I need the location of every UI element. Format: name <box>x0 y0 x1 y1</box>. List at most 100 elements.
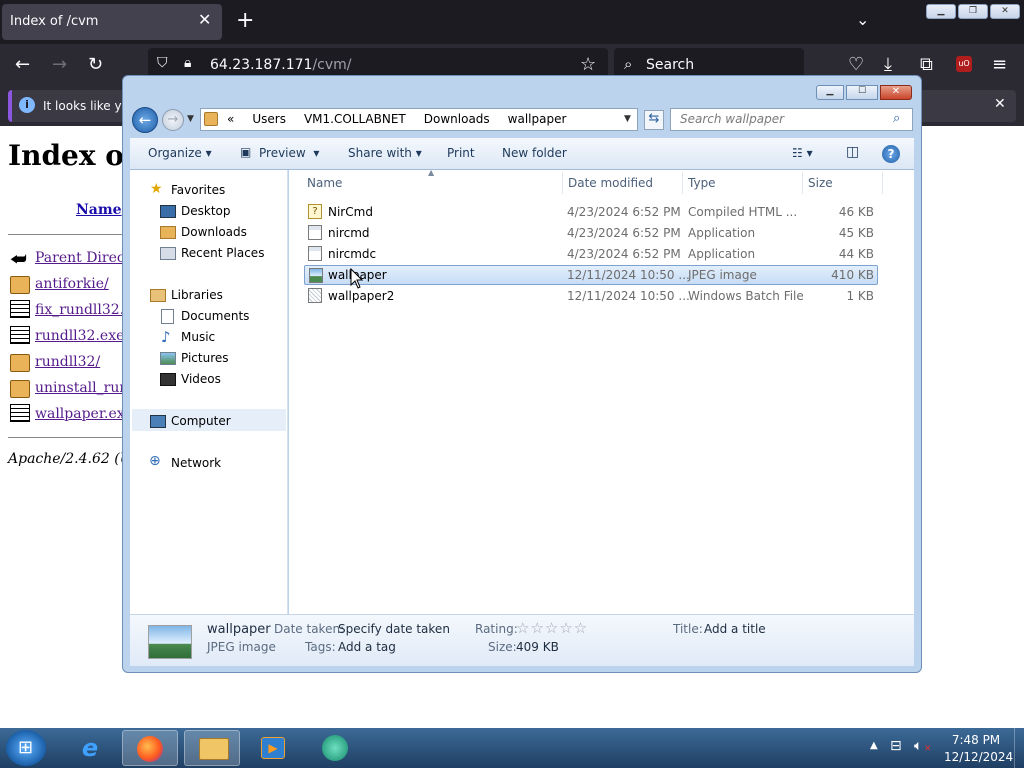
nav-videos[interactable]: Videos <box>181 372 221 386</box>
file-row-selected[interactable]: wallpaper 12/11/2024 10:50 ... JPEG imag… <box>304 265 878 285</box>
column-name[interactable]: Name <box>307 176 342 190</box>
pocket-icon[interactable]: ♡ <box>848 54 864 75</box>
forward-arrow-icon[interactable]: → <box>52 54 67 75</box>
explorer-back-button[interactable]: ← <box>132 107 158 133</box>
nav-computer[interactable]: Computer <box>171 414 231 428</box>
close-button[interactable]: ✕ <box>990 4 1020 19</box>
column-divider[interactable] <box>802 172 803 194</box>
taskbar-app[interactable] <box>308 730 364 766</box>
preview-pane-icon[interactable]: ◫ <box>846 144 859 160</box>
nav-recent-places[interactable]: Recent Places <box>181 246 264 260</box>
file-name: wallpaper2 <box>328 289 395 303</box>
file-type: Application <box>688 226 756 240</box>
download-icon[interactable]: ⤓ <box>884 54 892 75</box>
wallpaper-thumbnail <box>148 625 192 659</box>
info-icon: i <box>19 97 35 113</box>
refresh-icon[interactable]: ⇆ <box>644 110 664 130</box>
tab-close-icon[interactable]: ✕ <box>198 10 211 29</box>
share-with-button[interactable]: Share with ▾ <box>348 146 422 160</box>
explorer-forward-button[interactable]: → <box>162 109 184 131</box>
nav-music[interactable]: Music <box>181 330 215 344</box>
nav-favorites[interactable]: Favorites <box>171 183 225 197</box>
link-rundll32-folder[interactable]: rundll32/ <box>35 354 100 370</box>
recent-locations-arrow-icon[interactable]: ▼ <box>187 114 194 124</box>
divider <box>8 437 128 438</box>
menu-icon[interactable]: ≡ <box>992 54 1007 75</box>
organize-button[interactable]: Organize ▾ <box>148 146 212 160</box>
file-size: 410 KB <box>831 268 874 282</box>
show-hidden-icons-arrow-icon[interactable]: ▲ <box>870 740 878 751</box>
print-button[interactable]: Print <box>447 146 475 160</box>
new-tab-button[interactable]: + <box>236 8 254 33</box>
nav-desktop[interactable]: Desktop <box>181 204 231 218</box>
restore-button[interactable]: ❐ <box>958 4 988 19</box>
link-wallpaper-exe[interactable]: wallpaper.exe <box>35 406 133 422</box>
taskbar-windows-explorer[interactable] <box>184 730 240 766</box>
column-date-modified[interactable]: Date modified <box>568 176 653 190</box>
column-size[interactable]: Size <box>808 176 833 190</box>
preview-button[interactable]: Preview ▾ <box>259 146 319 160</box>
column-divider[interactable] <box>562 172 563 194</box>
ublock-icon[interactable]: uO <box>956 56 972 72</box>
explorer-close-button[interactable]: ✕ <box>880 85 912 100</box>
nav-libraries[interactable]: Libraries <box>171 288 223 302</box>
notification-close-icon[interactable]: ✕ <box>994 96 1006 112</box>
search-icon[interactable]: ⌕ <box>893 111 900 126</box>
taskbar-firefox[interactable] <box>122 730 178 766</box>
back-arrow-icon[interactable]: ← <box>15 54 30 75</box>
nav-documents[interactable]: Documents <box>181 309 249 323</box>
nav-pictures[interactable]: Pictures <box>181 351 229 365</box>
nav-downloads[interactable]: Downloads <box>181 225 247 239</box>
taskbar-media-player[interactable]: ▶ <box>246 730 302 766</box>
file-row[interactable]: ? NirCmd 4/23/2024 6:52 PM Compiled HTML… <box>304 202 878 222</box>
address-dropdown-icon[interactable]: ▼ <box>624 114 631 124</box>
file-size: 46 KB <box>838 205 874 219</box>
folder-icon <box>10 276 30 294</box>
nav-network[interactable]: Network <box>171 456 221 470</box>
title-value[interactable]: Add a title <box>704 622 766 636</box>
breadcrumb[interactable]: « Users VM1.COLLABNET Downloads wallpaper <box>227 112 584 126</box>
system-clock[interactable]: 7:48 PM 12/12/2024 <box>944 732 1013 766</box>
column-divider[interactable] <box>882 172 883 194</box>
breadcrumb-users[interactable]: Users <box>252 112 286 126</box>
search-placeholder: Search <box>646 57 695 73</box>
change-view-icon[interactable]: ☷ ▾ <box>792 146 813 160</box>
tags-value[interactable]: Add a tag <box>338 640 396 654</box>
file-type: Application <box>688 247 756 261</box>
file-row[interactable]: nircmd 4/23/2024 6:52 PM Application 45 … <box>304 223 878 243</box>
preview-app-icon: ▣ <box>240 145 252 159</box>
name-column-link[interactable]: Name <box>76 202 122 218</box>
taskbar-internet-explorer[interactable]: e <box>62 730 118 766</box>
link-rundll32-exe[interactable]: rundll32.exe <box>35 328 124 344</box>
search-icon: ⌕ <box>624 55 633 73</box>
lock-icon[interactable]: 🔒︎ <box>184 55 191 71</box>
breadcrumb-downloads[interactable]: Downloads <box>424 112 490 126</box>
breadcrumb-wallpaper[interactable]: wallpaper <box>508 112 567 126</box>
breadcrumb-vm1-collabnet[interactable]: VM1.COLLABNET <box>304 112 406 126</box>
minimize-button[interactable]: ▁ <box>926 4 956 19</box>
link-fix-rundll32[interactable]: fix_rundll32.e <box>35 302 132 318</box>
file-row[interactable]: nircmdc 4/23/2024 6:52 PM Application 44… <box>304 244 878 264</box>
date-taken-value[interactable]: Specify date taken <box>338 622 450 636</box>
network-tray-icon[interactable]: ⊟ <box>890 738 902 754</box>
breadcrumb-overflow[interactable]: « <box>227 112 234 126</box>
file-row[interactable]: wallpaper2 12/11/2024 10:50 ... Windows … <box>304 286 878 306</box>
bookmark-star-icon[interactable]: ☆ <box>580 54 596 75</box>
file-name: nircmdc <box>328 247 377 261</box>
url-text[interactable]: 64.23.187.171/cvm/ <box>210 57 352 73</box>
extensions-icon[interactable]: ⧉ <box>920 54 933 75</box>
column-divider[interactable] <box>682 172 683 194</box>
new-folder-button[interactable]: New folder <box>502 146 567 160</box>
volume-muted-icon[interactable]: 🔈︎ <box>914 738 922 754</box>
shield-icon[interactable]: ⛉ <box>157 55 168 71</box>
reload-icon[interactable]: ↻ <box>88 54 103 75</box>
help-icon[interactable]: ? <box>882 145 900 163</box>
explorer-minimize-button[interactable]: ▁ <box>816 85 844 100</box>
tab-index-of-cvm[interactable]: Index of /cvm <box>2 4 222 40</box>
explorer-maximize-button[interactable]: ☐ <box>846 85 878 100</box>
show-desktop-button[interactable] <box>1014 728 1024 768</box>
link-antiforkie[interactable]: antiforkie/ <box>35 276 109 292</box>
column-type[interactable]: Type <box>688 176 716 190</box>
rating-stars[interactable]: ☆☆☆☆☆ <box>516 619 588 637</box>
tab-list-chevron-icon[interactable]: ⌄ <box>856 10 869 29</box>
